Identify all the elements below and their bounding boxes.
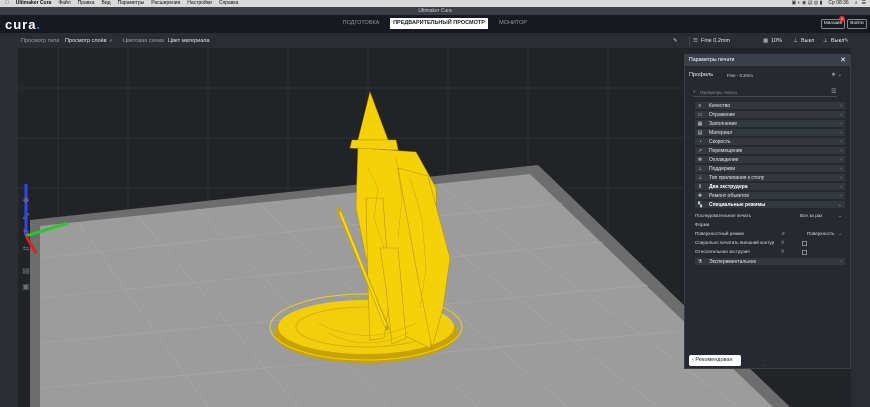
rotate-tool-icon[interactable]: ↻ <box>20 227 32 239</box>
relative-extrusion-checkbox[interactable] <box>802 250 807 255</box>
menu-settings[interactable]: Параметры <box>118 0 145 7</box>
summary-adhesion[interactable]: Выкл <box>831 34 844 48</box>
category-infill[interactable]: ▦ Заполнение ‹ <box>695 120 845 129</box>
spiralize-checkbox[interactable] <box>802 241 807 246</box>
shell-icon: ▭ <box>697 112 703 118</box>
category-special-modes[interactable]: ▚ Специальные режимы ⌄ <box>695 201 845 210</box>
search-icon[interactable]: ⌕ <box>855 0 858 7</box>
window-title: Ultimaker Cura <box>418 8 452 14</box>
pencil-icon[interactable]: ✎ <box>844 34 849 48</box>
print-settings-panel: Параметры печати ✕ Профиль Fine - 0.2mm … <box>684 54 851 369</box>
category-support[interactable]: ⊥ Поддержки ‹ <box>695 165 845 174</box>
setting-relative-extrusion[interactable]: Относительная экструзия ⚲ <box>695 248 845 257</box>
profile-label: Профиль <box>689 72 714 78</box>
search-field[interactable]: ⌕ Параметры поиска <box>693 89 837 97</box>
menu-view[interactable]: Вид <box>102 0 111 7</box>
setting-mold[interactable]: Форма <box>695 221 845 230</box>
tab-monitor[interactable]: МОНИТОР <box>488 18 538 29</box>
speed-icon: ◔ <box>698 139 702 145</box>
status-icons: ▣ ◐ ◉ ▤ ◍ ▮ <box>791 0 823 6</box>
view-toolbar: Просмотр типа Просмотр слоёв ‹ Цветовая … <box>18 34 851 48</box>
menu-app-name[interactable]: Ultimaker Cura <box>16 0 52 7</box>
tab-prepare[interactable]: ПОДГОТОВКА <box>332 18 390 29</box>
scale-tool-icon[interactable]: ⤢ <box>20 211 32 223</box>
resize-handle-icon[interactable]: ⋯ <box>762 363 766 368</box>
close-icon[interactable]: ✕ <box>840 55 846 66</box>
search-placeholder: Параметры поиска <box>700 90 737 95</box>
star-icon[interactable]: ★ ⌄ <box>831 72 842 78</box>
profile-select[interactable]: Fine - 0.2mm <box>727 73 753 78</box>
category-experimental[interactable]: ⚗ Экспериментальное ‹ <box>695 258 845 267</box>
notification-badge: 1 <box>839 16 845 22</box>
mesh-fix-icon: ✚ <box>697 193 703 199</box>
support-icon: ⊥ <box>793 38 798 44</box>
link-icon: ⚲ <box>781 240 785 245</box>
category-shell[interactable]: ▭ Отражение ‹ <box>695 111 845 120</box>
material-icon: ▤ <box>697 130 703 136</box>
support-blocker-icon[interactable]: ▣ <box>20 281 32 293</box>
view-type-label: Просмотр типа <box>21 38 60 44</box>
travel-icon: ↗ <box>697 148 703 154</box>
infill-icon: ▦ <box>763 38 769 44</box>
settings-menu-icon[interactable]: ☰ <box>831 88 836 95</box>
menu-extensions[interactable]: Расширения <box>151 0 180 7</box>
adhesion-icon: ⊥ <box>697 175 703 181</box>
chevron-down-icon[interactable]: ⌄ <box>838 212 842 221</box>
setting-spiralize[interactable]: Спирально печатать внешний контур ⚲ <box>695 239 845 248</box>
summary-support[interactable]: Выкл <box>801 34 814 48</box>
move-tool-icon[interactable]: ✥ <box>20 195 32 207</box>
per-model-settings-icon[interactable]: ▤ <box>20 265 32 277</box>
cooling-icon: ✻ <box>697 157 703 163</box>
infill-icon: ▦ <box>697 121 703 127</box>
menu-file[interactable]: Файл <box>58 0 70 7</box>
color-scheme-select[interactable]: Цвет материала <box>168 34 210 48</box>
summary-infill[interactable]: 10% <box>771 34 782 48</box>
clock: Ср 08:36 <box>828 0 849 6</box>
cura-logo: cura. <box>5 17 42 32</box>
category-speed[interactable]: ◔ Скорость ‹ <box>695 138 845 147</box>
panel-title: Параметры печати <box>689 57 735 63</box>
menu-icon[interactable]: ☰ <box>862 0 866 7</box>
mirror-tool-icon[interactable]: ⇋ <box>20 243 32 255</box>
category-material[interactable]: ▤ Материал ‹ <box>695 129 845 138</box>
color-scheme-label: Цветовая схема <box>123 38 165 44</box>
signin-button[interactable]: Войти <box>847 19 867 29</box>
panel-header: Параметры печати ✕ <box>685 55 850 66</box>
support-icon: ⊥ <box>697 166 703 172</box>
dual-extruder-icon: ⫴ <box>698 184 702 190</box>
link-icon: ⚲ <box>781 249 785 254</box>
quality-icon: ≡ <box>698 103 702 109</box>
profile-icon: ☰ <box>693 38 698 44</box>
chevron-left-icon[interactable]: ‹ <box>110 34 112 48</box>
apple-icon[interactable]:  <box>5 0 9 7</box>
special-modes-icon: ▚ <box>698 202 702 208</box>
print-sequence-value[interactable]: Все за раз <box>800 212 822 221</box>
category-adhesion[interactable]: ⊥ Тип прилипания к столу ‹ <box>695 174 845 183</box>
setting-surface-mode[interactable]: Поверхностный режим ↺ Поверхность ⌄ <box>695 230 845 239</box>
pencil-icon[interactable]: ✎ <box>673 34 678 48</box>
menu-help[interactable]: Справка <box>219 0 239 7</box>
divider <box>689 36 690 46</box>
setting-print-sequence[interactable]: Последовательная печать Все за раз ⌄ <box>695 212 845 221</box>
macos-menu-bar:  Ultimaker Cura Файл Правка Вид Парамет… <box>0 0 870 7</box>
adhesion-icon: ⊥ <box>823 38 828 44</box>
category-quality[interactable]: ≡ Качество ‹ <box>695 102 845 111</box>
category-travel[interactable]: ↗ Перемещение ‹ <box>695 147 845 156</box>
window-title-bar: Ultimaker Cura <box>0 7 870 15</box>
category-cooling[interactable]: ✻ Охлаждение ‹ <box>695 156 845 165</box>
tab-preview[interactable]: ПРЕДВАРИТЕЛЬНЫЙ ПРОСМОТР <box>390 18 488 29</box>
surface-mode-value[interactable]: Поверхность <box>807 230 835 239</box>
menu-preferences[interactable]: Настройки <box>187 0 212 7</box>
recommended-button[interactable]: ‹ Рекомендован <box>689 355 741 366</box>
summary-profile[interactable]: Fine 0.2mm <box>701 34 730 48</box>
category-mesh-fixes[interactable]: ✚ Ремонт объектов ‹ <box>695 192 845 201</box>
experimental-icon: ⚗ <box>697 259 703 265</box>
category-dual-extrusion[interactable]: ⫴ Два экструдера ‹ <box>695 183 845 192</box>
menu-edit[interactable]: Правка <box>78 0 95 7</box>
view-type-select[interactable]: Просмотр слоёв <box>65 34 107 48</box>
search-icon: ⌕ <box>693 89 696 95</box>
chevron-down-icon[interactable]: ⌄ <box>838 230 842 239</box>
reset-icon[interactable]: ↺ <box>781 230 785 239</box>
